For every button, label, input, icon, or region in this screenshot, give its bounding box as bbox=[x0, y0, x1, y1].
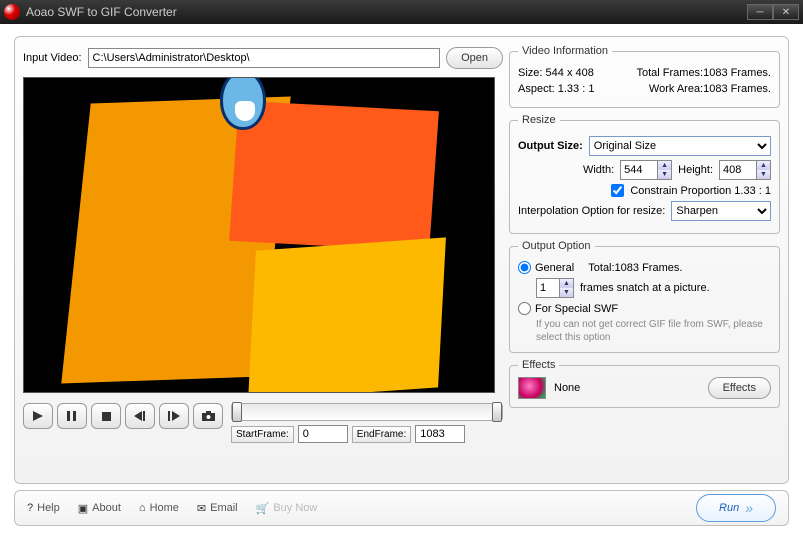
special-note: If you can not get correct GIF file from… bbox=[536, 318, 771, 344]
height-stepper[interactable]: ▲▼ bbox=[719, 160, 771, 180]
output-size-label: Output Size: bbox=[518, 140, 583, 152]
work-area: 1083 Frames. bbox=[703, 83, 771, 95]
snapshot-button[interactable] bbox=[193, 403, 223, 429]
email-icon: ✉ bbox=[197, 502, 206, 515]
width-stepper[interactable]: ▲▼ bbox=[620, 160, 672, 180]
bottom-panel: ?Help ▣About ⌂Home ✉Email 🛒Buy Now Run» bbox=[14, 490, 789, 526]
endframe-input[interactable] bbox=[415, 425, 465, 443]
special-radio[interactable] bbox=[518, 302, 531, 315]
general-total: Total:1083 Frames. bbox=[588, 262, 682, 274]
range-slider[interactable] bbox=[231, 403, 503, 421]
snatch-stepper[interactable]: ▲▼ bbox=[536, 278, 574, 298]
constrain-checkbox[interactable] bbox=[611, 184, 624, 197]
effects-group: Effects None Effects bbox=[509, 359, 780, 408]
video-aspect: 1.33 : 1 bbox=[558, 83, 595, 95]
video-information-group: Video Information Size: 544 x 408 Total … bbox=[509, 45, 780, 108]
help-icon: ? bbox=[27, 502, 33, 514]
input-video-path[interactable] bbox=[88, 48, 441, 68]
cart-icon: 🛒 bbox=[256, 502, 270, 515]
titlebar: Aoao SWF to GIF Converter ─ ✕ bbox=[0, 0, 803, 24]
interpolation-select[interactable]: Sharpen bbox=[671, 201, 771, 221]
email-link[interactable]: ✉Email bbox=[197, 502, 238, 515]
window-title: Aoao SWF to GIF Converter bbox=[26, 5, 747, 19]
pause-button[interactable] bbox=[57, 403, 87, 429]
startframe-input[interactable] bbox=[298, 425, 348, 443]
prev-frame-button[interactable] bbox=[125, 403, 155, 429]
open-button[interactable]: Open bbox=[446, 47, 503, 69]
run-button[interactable]: Run» bbox=[696, 494, 776, 522]
next-frame-button[interactable] bbox=[159, 403, 189, 429]
about-icon: ▣ bbox=[78, 502, 88, 515]
play-button[interactable] bbox=[23, 403, 53, 429]
video-size: 544 x 408 bbox=[546, 67, 594, 79]
startframe-label: StartFrame: bbox=[231, 426, 294, 443]
video-preview bbox=[23, 77, 495, 393]
output-size-select[interactable]: Original Size bbox=[589, 136, 771, 156]
minimize-button[interactable]: ─ bbox=[747, 4, 773, 20]
home-icon: ⌂ bbox=[139, 502, 146, 514]
resize-group: Resize Output Size: Original Size Width:… bbox=[509, 114, 780, 234]
video-information-legend: Video Information bbox=[518, 45, 612, 57]
effects-button[interactable]: Effects bbox=[708, 377, 771, 399]
input-video-label: Input Video: bbox=[23, 52, 82, 64]
close-button[interactable]: ✕ bbox=[773, 4, 799, 20]
help-link[interactable]: ?Help bbox=[27, 502, 60, 515]
main-panel: Input Video: Open StartFr bbox=[14, 36, 789, 484]
effect-name: None bbox=[554, 382, 700, 394]
about-link[interactable]: ▣About bbox=[78, 502, 121, 515]
run-arrow-icon: » bbox=[745, 500, 753, 516]
effect-thumbnail bbox=[518, 377, 546, 399]
app-icon bbox=[4, 4, 20, 20]
stop-button[interactable] bbox=[91, 403, 121, 429]
general-radio[interactable] bbox=[518, 261, 531, 274]
endframe-label: EndFrame: bbox=[352, 426, 411, 443]
output-option-group: Output Option General Total:1083 Frames.… bbox=[509, 240, 780, 353]
constrain-label: Constrain Proportion 1.33 : 1 bbox=[630, 185, 771, 197]
buy-link[interactable]: 🛒Buy Now bbox=[256, 502, 318, 515]
home-link[interactable]: ⌂Home bbox=[139, 502, 179, 515]
total-frames: 1083 Frames. bbox=[703, 67, 771, 79]
